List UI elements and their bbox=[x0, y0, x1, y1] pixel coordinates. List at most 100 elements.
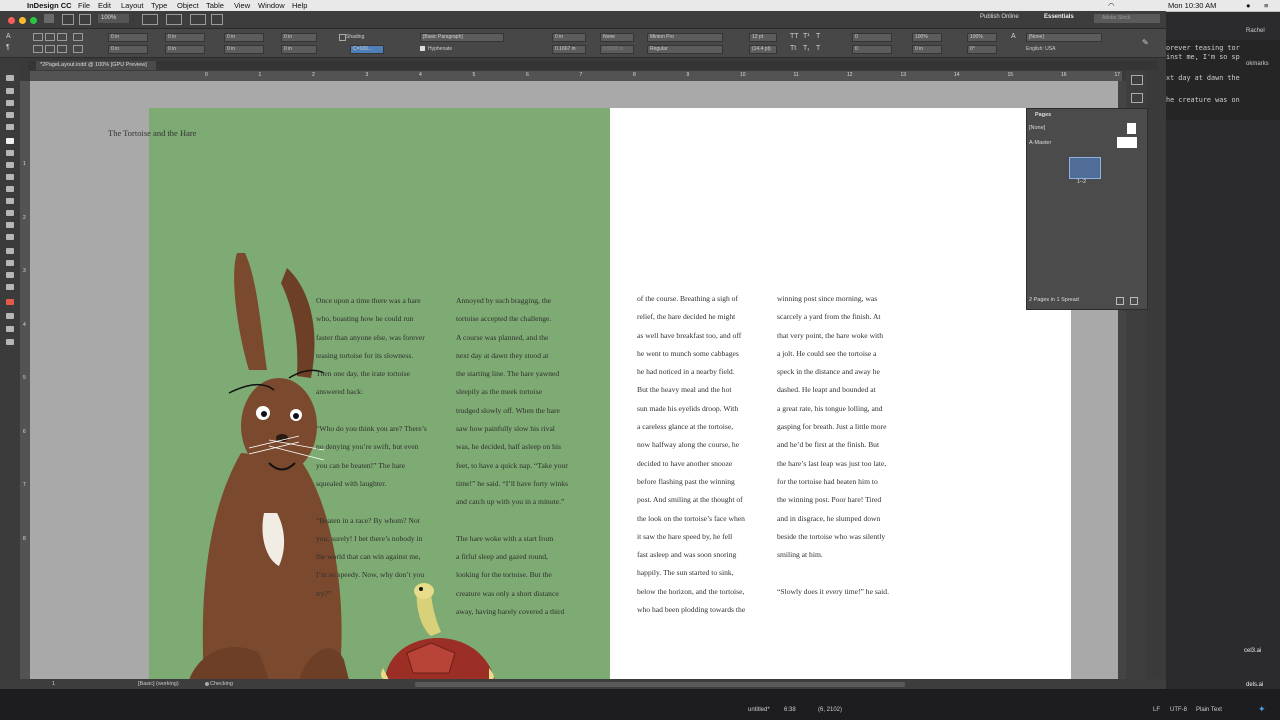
gpu-icon[interactable] bbox=[211, 14, 223, 25]
home-icon[interactable] bbox=[62, 14, 74, 25]
span-columns-dropdown[interactable]: None bbox=[600, 33, 634, 42]
direct-selection-tool-icon[interactable] bbox=[6, 88, 14, 94]
font-size-field[interactable]: 12 pt bbox=[749, 33, 777, 42]
justify-center-icon[interactable] bbox=[33, 45, 43, 53]
menu-type[interactable]: Type bbox=[151, 1, 167, 10]
spread-thumbnail[interactable] bbox=[1069, 157, 1101, 179]
rectangle-frame-tool-icon[interactable] bbox=[6, 186, 14, 192]
baseline-grid-field[interactable]: 0 in bbox=[552, 33, 586, 42]
menu-help[interactable]: Help bbox=[292, 1, 307, 10]
left-indent-field[interactable]: 0 in bbox=[108, 33, 148, 42]
note-tool-icon[interactable] bbox=[6, 248, 14, 254]
story-column-2[interactable]: Annoyed by such bragging, the tortoise a… bbox=[456, 292, 568, 621]
last-line-indent-field[interactable]: 0 in bbox=[165, 45, 205, 54]
new-page-icon[interactable] bbox=[1116, 297, 1124, 305]
vertical-scale-field[interactable]: 100% bbox=[912, 33, 942, 42]
menu-window[interactable]: Window bbox=[258, 1, 285, 10]
adobe-stock-search[interactable]: Adobe Stock bbox=[1094, 14, 1160, 23]
paragraph-style-dropdown[interactable]: [Basic Paragraph] bbox=[420, 33, 504, 42]
menu-edit[interactable]: Edit bbox=[98, 1, 111, 10]
sidebar-user[interactable]: Rachel bbox=[1246, 28, 1265, 34]
justify-all-icon[interactable] bbox=[45, 45, 55, 53]
gradient-swatch-tool-icon[interactable] bbox=[6, 234, 14, 240]
bridge-icon[interactable] bbox=[79, 14, 91, 25]
type-tool-icon[interactable] bbox=[6, 138, 14, 144]
pencil-tool-icon[interactable] bbox=[6, 174, 14, 180]
pages-panel-title[interactable]: Pages bbox=[1035, 112, 1051, 118]
small-caps-icon[interactable]: Tt bbox=[790, 45, 796, 52]
document-tab[interactable]: *2PageLayout.indd @ 100% [GPU Preview] bbox=[36, 61, 156, 70]
skew-field[interactable]: 0° bbox=[967, 45, 997, 54]
align-away-spine-icon[interactable] bbox=[73, 45, 83, 53]
free-transform-tool-icon[interactable] bbox=[6, 222, 14, 228]
wifi-icon[interactable]: ◠ bbox=[1108, 1, 1115, 10]
drop-cap-lines-field[interactable]: 0 in bbox=[281, 33, 317, 42]
app-menu[interactable]: InDesign CC bbox=[27, 1, 72, 10]
background-editor-window[interactable]: orever teasing tor inst me, I'm so sp xt… bbox=[1166, 40, 1280, 120]
minimize-window-button[interactable] bbox=[19, 17, 26, 24]
character-style-icon[interactable]: A bbox=[1011, 33, 1016, 40]
character-style-dropdown[interactable]: [None] bbox=[1026, 33, 1102, 42]
menu-layout[interactable]: Layout bbox=[121, 1, 144, 10]
menu-table[interactable]: Table bbox=[206, 1, 224, 10]
shading-color-field[interactable]: C=100... bbox=[350, 45, 384, 54]
vertical-ruler[interactable]: 1 2 3 4 5 6 7 8 bbox=[20, 81, 30, 679]
none-master-thumb[interactable] bbox=[1127, 123, 1136, 134]
font-family-dropdown[interactable]: Minion Pro bbox=[647, 33, 723, 42]
horizontal-scale-field[interactable]: 100% bbox=[967, 33, 997, 42]
page-tool-icon[interactable] bbox=[6, 100, 14, 106]
tracking-field[interactable]: 0 bbox=[852, 45, 892, 54]
a-master[interactable]: A-Master bbox=[1029, 140, 1051, 146]
leading-field[interactable]: (14.4 pt) bbox=[749, 45, 777, 54]
view-options-icon[interactable] bbox=[142, 14, 158, 25]
close-window-button[interactable] bbox=[8, 17, 15, 24]
paragraph-mode-icon[interactable]: ¶ bbox=[6, 44, 10, 51]
screen-mode-tool-icon[interactable] bbox=[6, 339, 14, 345]
drop-cap-chars-field[interactable]: 0 in bbox=[281, 45, 317, 54]
align-center-icon[interactable] bbox=[45, 33, 55, 41]
rectangle-tool-icon[interactable] bbox=[6, 198, 14, 204]
align-right-icon[interactable] bbox=[57, 33, 67, 41]
right-indent-field[interactable]: 0 in bbox=[165, 33, 205, 42]
pen-tool-icon[interactable] bbox=[6, 162, 14, 168]
style-status[interactable]: [Basic] (working) bbox=[138, 681, 179, 687]
subscript-icon[interactable]: T₁ bbox=[803, 45, 810, 52]
publish-online-button[interactable]: Publish Online bbox=[980, 14, 1019, 20]
stroke-panel-icon[interactable] bbox=[1131, 93, 1143, 103]
document-header-title[interactable]: The Tortoise and the Hare bbox=[108, 128, 196, 138]
shading-checkbox[interactable] bbox=[339, 34, 346, 41]
sidebar-bookmarks[interactable]: okmarks bbox=[1246, 61, 1269, 67]
align-spine-icon[interactable] bbox=[57, 45, 67, 53]
desktop-file-1[interactable]: cel3.ai bbox=[1244, 648, 1261, 654]
scissors-tool-icon[interactable] bbox=[6, 210, 14, 216]
eyedropper-tool-icon[interactable] bbox=[6, 260, 14, 266]
workspace-switcher[interactable]: Essentials bbox=[1044, 14, 1074, 20]
story-column-3[interactable]: of the course. Breathing a sigh of relie… bbox=[637, 290, 745, 619]
gap-tool-icon[interactable] bbox=[6, 112, 14, 118]
fill-stroke-icon[interactable] bbox=[6, 299, 14, 305]
space-before-field[interactable]: 0 in bbox=[224, 33, 264, 42]
zoom-level-field[interactable]: 100% bbox=[98, 14, 129, 23]
selection-tool-icon[interactable] bbox=[6, 75, 14, 81]
space-after-field[interactable]: 0 in bbox=[224, 45, 264, 54]
menu-view[interactable]: View bbox=[234, 1, 250, 10]
a-master-thumb[interactable] bbox=[1117, 137, 1137, 148]
menu-list-icon[interactable]: ≡ bbox=[1264, 1, 1268, 10]
formatting-affects-icon[interactable] bbox=[6, 313, 14, 319]
syntax-mode[interactable]: Plain Text bbox=[1196, 707, 1222, 713]
preflight-status[interactable]: Checking bbox=[210, 681, 233, 687]
underline-icon[interactable]: T bbox=[816, 33, 820, 40]
hyphenate-checkbox[interactable] bbox=[420, 46, 425, 51]
desktop-file-2[interactable]: dels.ai bbox=[1246, 682, 1263, 688]
horizontal-scrollbar[interactable] bbox=[415, 682, 905, 687]
page-number-field[interactable]: 1 bbox=[52, 681, 55, 687]
line-tool-icon[interactable] bbox=[6, 150, 14, 156]
none-master[interactable]: [None] bbox=[1029, 125, 1045, 131]
menu-file[interactable]: File bbox=[78, 1, 90, 10]
links-panel-icon[interactable] bbox=[1131, 75, 1143, 85]
menubar-clock[interactable]: Mon 10:30 AM bbox=[1168, 1, 1216, 10]
line-ending[interactable]: LF bbox=[1153, 707, 1160, 713]
encoding[interactable]: UTF-8 bbox=[1170, 707, 1187, 713]
story-column-1[interactable]: Once upon a time there was a hare who, b… bbox=[316, 292, 427, 603]
font-style-dropdown[interactable]: Regular bbox=[647, 45, 723, 54]
